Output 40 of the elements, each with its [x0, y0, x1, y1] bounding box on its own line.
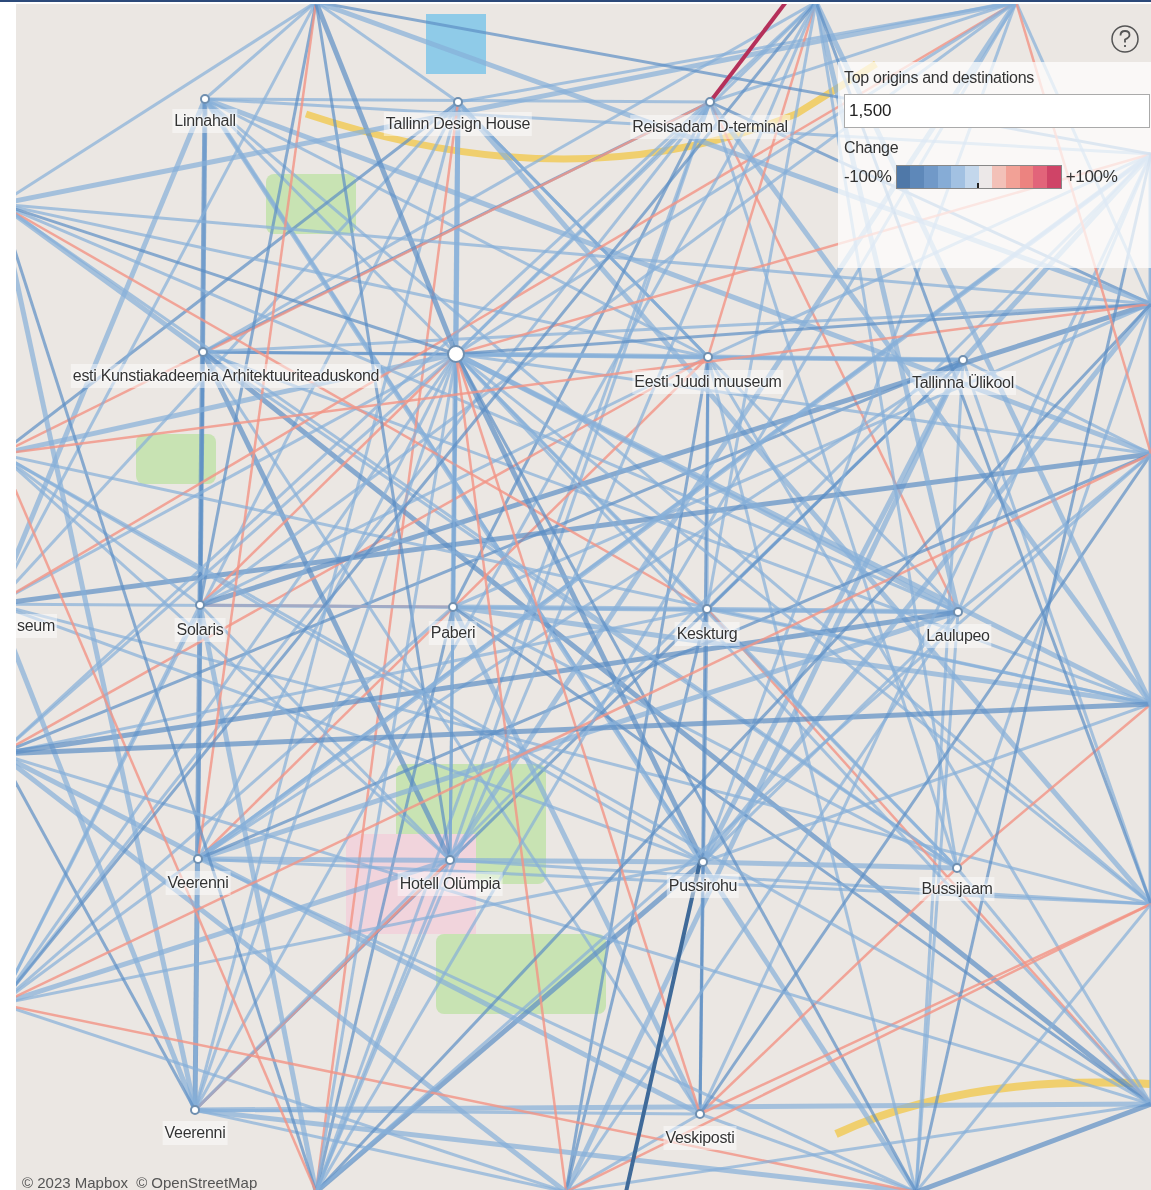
node-marker[interactable]	[448, 602, 458, 612]
stop-label: Solaris	[174, 618, 226, 642]
input-field[interactable]: 1,500	[844, 94, 1150, 128]
node-marker[interactable]	[705, 97, 715, 107]
legend-max-label: +100%	[1065, 166, 1118, 188]
stop-label: Veskiposti	[663, 1126, 737, 1150]
node-marker[interactable]	[695, 1109, 705, 1119]
node-marker[interactable]	[953, 607, 963, 617]
node-marker[interactable]	[190, 1105, 200, 1115]
stop-label: Linnahall	[172, 109, 238, 133]
stop-label: esti Kunstiakadeemia Arhitektuuriteaduskond	[70, 364, 382, 388]
stop-label: Tallinna Ülikool	[910, 371, 1016, 395]
node-marker[interactable]	[958, 355, 968, 365]
stop-label: Paberi	[428, 621, 478, 645]
help-icon[interactable]	[1110, 24, 1140, 54]
stop-label: Hotell Olümpia	[397, 872, 503, 896]
node-marker[interactable]	[200, 94, 210, 104]
node-marker[interactable]	[698, 857, 708, 867]
node-marker[interactable]	[703, 352, 713, 362]
node-marker[interactable]	[445, 855, 455, 865]
stop-label: Veerenni	[165, 871, 231, 895]
node-marker[interactable]	[453, 97, 463, 107]
legend-min-label: -100%	[844, 166, 892, 188]
node-marker[interactable]	[198, 347, 208, 357]
stop-label: Bussijaam	[919, 877, 995, 901]
stop-label: Pussirohu	[666, 874, 740, 898]
stop-label: seum	[15, 614, 57, 638]
stop-label: Laulupeo	[924, 624, 992, 648]
stop-label: Tallinn Design House	[383, 112, 533, 136]
stop-label: Eesti Juudi muuseum	[632, 370, 784, 394]
stop-label: Veerenni	[162, 1121, 228, 1145]
node-marker[interactable]	[193, 854, 203, 864]
parameter-label: Top origins and destinations	[844, 68, 1035, 88]
node-marker[interactable]	[447, 345, 465, 363]
legend-title: Change	[844, 138, 900, 158]
stop-label: Reisisadam D-terminal	[630, 115, 790, 139]
node-marker[interactable]	[702, 604, 712, 614]
stop-label: Keskturg	[674, 622, 740, 646]
node-marker[interactable]	[952, 863, 962, 873]
node-marker[interactable]	[195, 600, 205, 610]
